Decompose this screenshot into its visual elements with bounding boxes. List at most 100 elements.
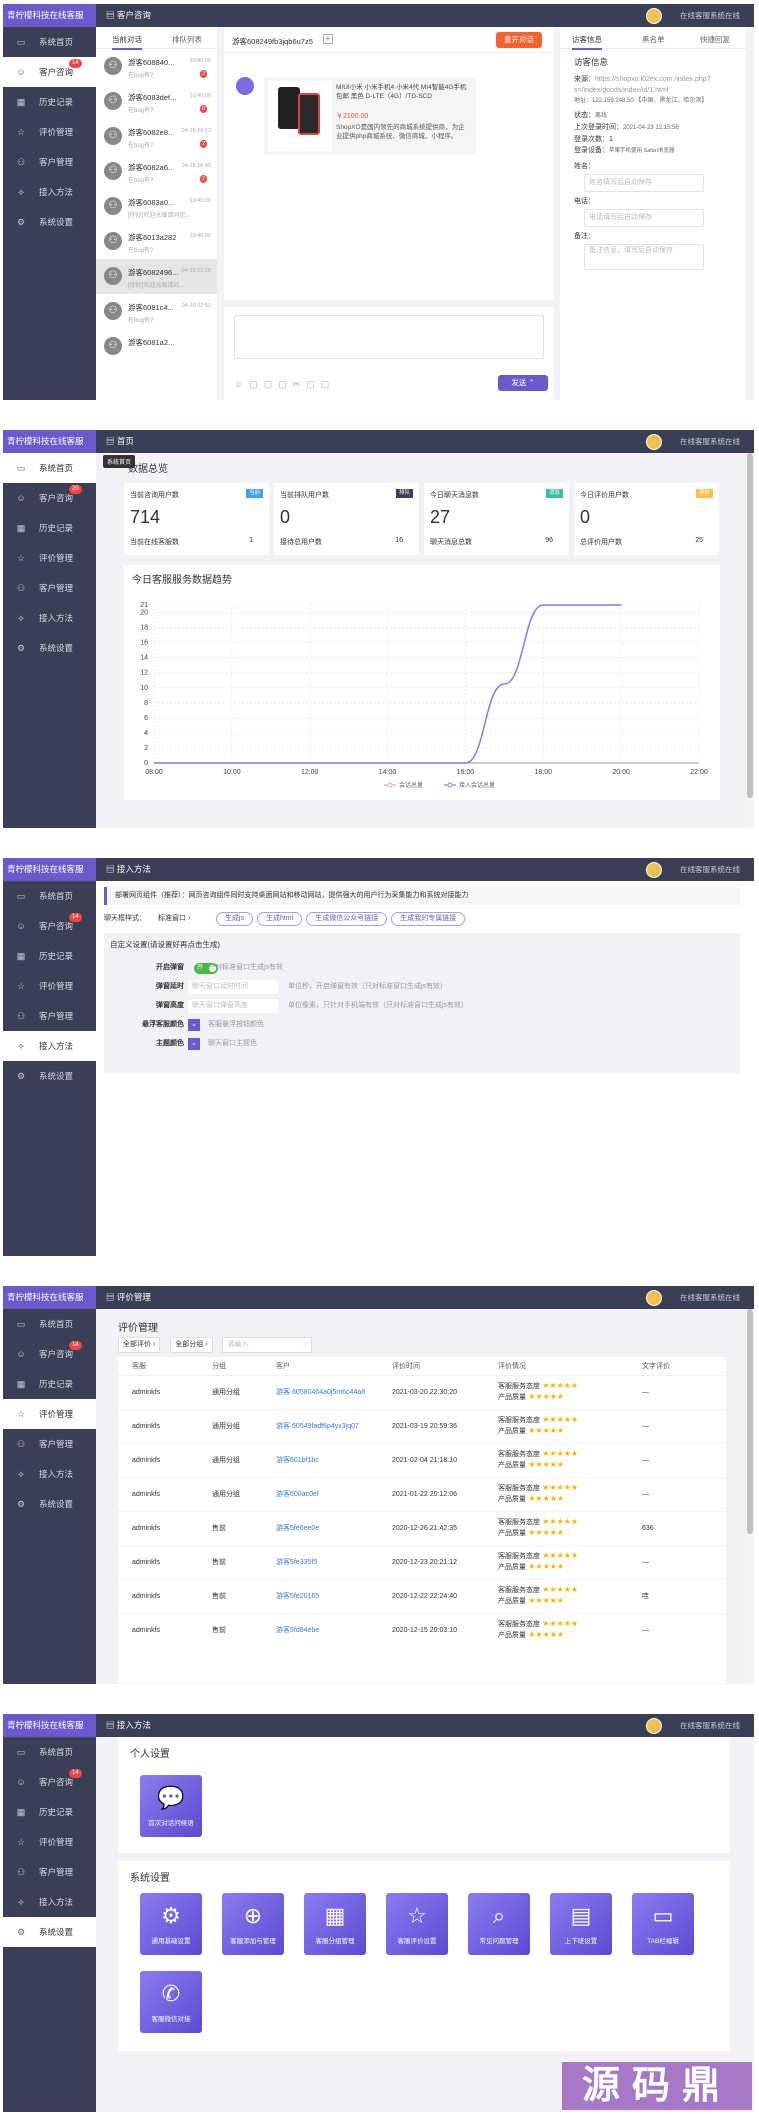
sidebar-item-1[interactable]: ▭ 系统首页 bbox=[3, 881, 96, 911]
scrollbar[interactable] bbox=[746, 453, 754, 828]
note-input[interactable]: 备注信息，填写后自动保存 bbox=[584, 244, 704, 270]
settings-tile[interactable]: ☆ 客服评价设置 bbox=[386, 1893, 448, 1955]
tab-visitor-info[interactable]: 访客信息 bbox=[572, 34, 602, 50]
settings-tile[interactable]: ✆ 客服微信对接 bbox=[140, 1971, 202, 2033]
send-button[interactable]: 发送 ⌃ bbox=[498, 375, 548, 391]
client-link[interactable]: 游客5fe6ee0e bbox=[262, 1511, 378, 1545]
session-item[interactable]: ⚇ 游客6013a282 10:40:00 在bug有? bbox=[96, 224, 217, 259]
sidebar-item-3[interactable]: ▦ 历史记录 bbox=[3, 87, 96, 117]
sidebar-item-6[interactable]: ⟡ 接入方法 bbox=[3, 1887, 96, 1917]
style-select[interactable]: 标准窗口 › bbox=[158, 909, 208, 929]
settings-tile[interactable]: 💬 首次对话问候语 bbox=[140, 1775, 202, 1837]
avatar[interactable] bbox=[646, 862, 662, 878]
filter-rating[interactable]: 全部评价 › bbox=[118, 1337, 161, 1353]
sidebar-item-3[interactable]: ▦ 历史记录 bbox=[3, 1369, 96, 1399]
client-link[interactable]: 游客5fd84ebe bbox=[262, 1613, 378, 1647]
tab-current[interactable]: 当前对话 bbox=[112, 34, 142, 50]
sidebar-item-7[interactable]: ⚙ 系统设置 bbox=[3, 1917, 96, 1947]
filter-group[interactable]: 全部分组 › bbox=[170, 1337, 213, 1353]
settings-tile[interactable]: ⌕ 常见问题管理 bbox=[468, 1893, 530, 1955]
sidebar-item-6[interactable]: ⟡ 接入方法 bbox=[3, 1031, 96, 1061]
client-link[interactable]: 游客5fe20165 bbox=[262, 1579, 378, 1613]
sidebar-item-1[interactable]: ▭ 系统首页 bbox=[3, 27, 96, 57]
scrollbar[interactable] bbox=[746, 1309, 754, 1684]
phone-input[interactable]: 电话填写后自动保存 bbox=[584, 209, 704, 227]
sidebar-item-3[interactable]: ▦ 历史记录 bbox=[3, 1797, 96, 1827]
sidebar-item-7[interactable]: ⚙ 系统设置 bbox=[3, 633, 96, 663]
client-link[interactable]: 游客 60549fadf6p4yx3jq07 bbox=[262, 1409, 378, 1443]
sidebar-item-4[interactable]: ☆ 评价管理 bbox=[3, 1399, 96, 1429]
session-item[interactable]: ⚇ 游客6082a6... 04-16 16:48 在bug有? 2 bbox=[96, 154, 217, 189]
generate-button-4[interactable]: 生成我的专属链接 bbox=[391, 912, 466, 926]
sidebar-item-5[interactable]: ⚇ 客户管理 bbox=[3, 573, 96, 603]
sidebar-item-2[interactable]: ☺ 客户咨询 14 bbox=[3, 911, 96, 941]
sidebar-item-3[interactable]: ▦ 历史记录 bbox=[3, 941, 96, 971]
sidebar-item-7[interactable]: ⚙ 系统设置 bbox=[3, 207, 96, 237]
sidebar-item-1[interactable]: ▭ 系统首页 bbox=[3, 453, 96, 483]
color-picker[interactable]: ⌄ bbox=[188, 1019, 200, 1031]
reopen-button[interactable]: 重开对话 bbox=[496, 32, 542, 48]
sidebar-item-4[interactable]: ☆ 评价管理 bbox=[3, 971, 96, 1001]
sidebar-item-4[interactable]: ☆ 评价管理 bbox=[3, 1827, 96, 1857]
legend-label[interactable]: 会话总量 bbox=[399, 781, 423, 789]
sidebar-item-3[interactable]: ▦ 历史记录 bbox=[3, 513, 96, 543]
sidebar-item-5[interactable]: ⚇ 客户管理 bbox=[3, 1857, 96, 1887]
gear-icon: ⚙ bbox=[16, 1071, 26, 1081]
screen-chat: 青柠檬科技在线客服 ▭ 系统首页 ☺ 客户咨询 14 ▦ 历史记录 ☆ 评价管理 ⚇ 客户管理 ⟡ 接入… bbox=[3, 4, 754, 400]
sidebar-item-6[interactable]: ⟡ 接入方法 bbox=[3, 603, 96, 633]
sidebar-item-1[interactable]: ▭ 系统首页 bbox=[3, 1737, 96, 1767]
session-item[interactable]: ⚇ 游客608840... 10:40:00 在bug有? 3 bbox=[96, 49, 217, 84]
sidebar-item-1[interactable]: ▭ 系统首页 bbox=[3, 1309, 96, 1339]
session-item[interactable]: ⚇ 游客6083a0... 10:40:00 [你好]欢迎光临请问您... bbox=[96, 189, 217, 224]
sidebar-item-6[interactable]: ⟡ 接入方法 bbox=[3, 177, 96, 207]
sidebar-item-2[interactable]: ☺ 客户咨询 20 bbox=[3, 483, 96, 513]
session-item[interactable]: ⚇ 游客6082496... 04-16 12:15 [你好]欢迎光临请问... bbox=[96, 259, 217, 294]
settings-tile[interactable]: ⊕ 客服添加与管理 bbox=[222, 1893, 284, 1955]
sidebar-item-2[interactable]: ☺ 客户咨询 14 bbox=[3, 57, 96, 87]
color-picker[interactable]: ⌄ bbox=[188, 1038, 200, 1050]
generate-button-3[interactable]: 生成微信公众号链接 bbox=[306, 912, 388, 926]
sidebar-item-7[interactable]: ⚙ 系统设置 bbox=[3, 1061, 96, 1091]
setting-input[interactable]: 聊天窗口弹窗高度 bbox=[188, 999, 278, 1013]
sidebar-item-5[interactable]: ⚇ 客户管理 bbox=[3, 1429, 96, 1459]
client-link[interactable]: 游客5fe335f5 bbox=[262, 1545, 378, 1579]
settings-tile[interactable]: ▭ TAB栏编辑 bbox=[632, 1893, 694, 1955]
legend-label[interactable]: 接入会话总量 bbox=[459, 781, 495, 789]
session-item[interactable]: ⚇ 游客6081c4... 04-16 02:51 在bug有? bbox=[96, 294, 217, 329]
session-item[interactable]: ⚇ 游客6082e8... 04-16 16:13 在bug有? 2 bbox=[96, 119, 217, 154]
tab-queue[interactable]: 排队列表 bbox=[172, 34, 202, 45]
sidebar-item-7[interactable]: ⚙ 系统设置 bbox=[3, 1489, 96, 1519]
name-input[interactable]: 姓名填写后自动保存 bbox=[584, 174, 704, 192]
settings-tile[interactable]: ⚙ 通用基础设置 bbox=[140, 1893, 202, 1955]
generate-button-1[interactable]: 生成js bbox=[215, 912, 253, 926]
client-link[interactable]: 游客600ac0ef bbox=[262, 1477, 378, 1511]
client-link[interactable]: 游客601bf1bc bbox=[262, 1443, 378, 1477]
avatar[interactable] bbox=[646, 434, 662, 450]
source-url[interactable]: https://shopxo.l02ex.com /index.php?s=/i… bbox=[574, 76, 711, 94]
tab-quick-reply[interactable]: 快捷回复 bbox=[700, 34, 730, 45]
sidebar-item-5[interactable]: ⚇ 客户管理 bbox=[3, 147, 96, 177]
session-item[interactable]: ⚇ 游客6081a2... bbox=[96, 329, 217, 364]
sidebar-item-4[interactable]: ☆ 评价管理 bbox=[3, 543, 96, 573]
setting-input[interactable]: 聊天窗口延时时间 bbox=[188, 980, 278, 994]
add-icon[interactable]: + bbox=[323, 34, 333, 44]
settings-tile[interactable]: ▦ 客服分组管理 bbox=[304, 1893, 366, 1955]
generate-button-2[interactable]: 生成html bbox=[256, 912, 303, 926]
message-input[interactable] bbox=[234, 315, 544, 359]
search-input[interactable]: 请输入 ○ bbox=[222, 1337, 313, 1353]
sidebar-item-6[interactable]: ⟡ 接入方法 bbox=[3, 1459, 96, 1489]
text-cell: — bbox=[642, 1558, 649, 1566]
client-link[interactable]: 游客 60580464a0j5m6c44a8 bbox=[262, 1375, 378, 1409]
tab-blacklist[interactable]: 黑名单 bbox=[642, 34, 665, 45]
settings-tile[interactable]: ▤ 上下班设置 bbox=[550, 1893, 612, 1955]
sidebar-item-5[interactable]: ⚇ 客户管理 bbox=[3, 1001, 96, 1031]
sidebar-item-2[interactable]: ☺ 客户咨询 14 bbox=[3, 1767, 96, 1797]
avatar[interactable] bbox=[646, 1718, 662, 1734]
avatar[interactable] bbox=[646, 1290, 662, 1306]
search-icon[interactable]: ○ bbox=[303, 1338, 307, 1352]
session-item[interactable]: ⚇ 游客6083def... 10:40:00 在bug有? 0 bbox=[96, 84, 217, 119]
sidebar-item-4[interactable]: ☆ 评价管理 bbox=[3, 117, 96, 147]
sidebar-item-2[interactable]: ☺ 客户咨询 14 bbox=[3, 1339, 96, 1369]
star-icon: ★★★★★ bbox=[540, 1415, 579, 1424]
avatar[interactable] bbox=[646, 8, 662, 24]
